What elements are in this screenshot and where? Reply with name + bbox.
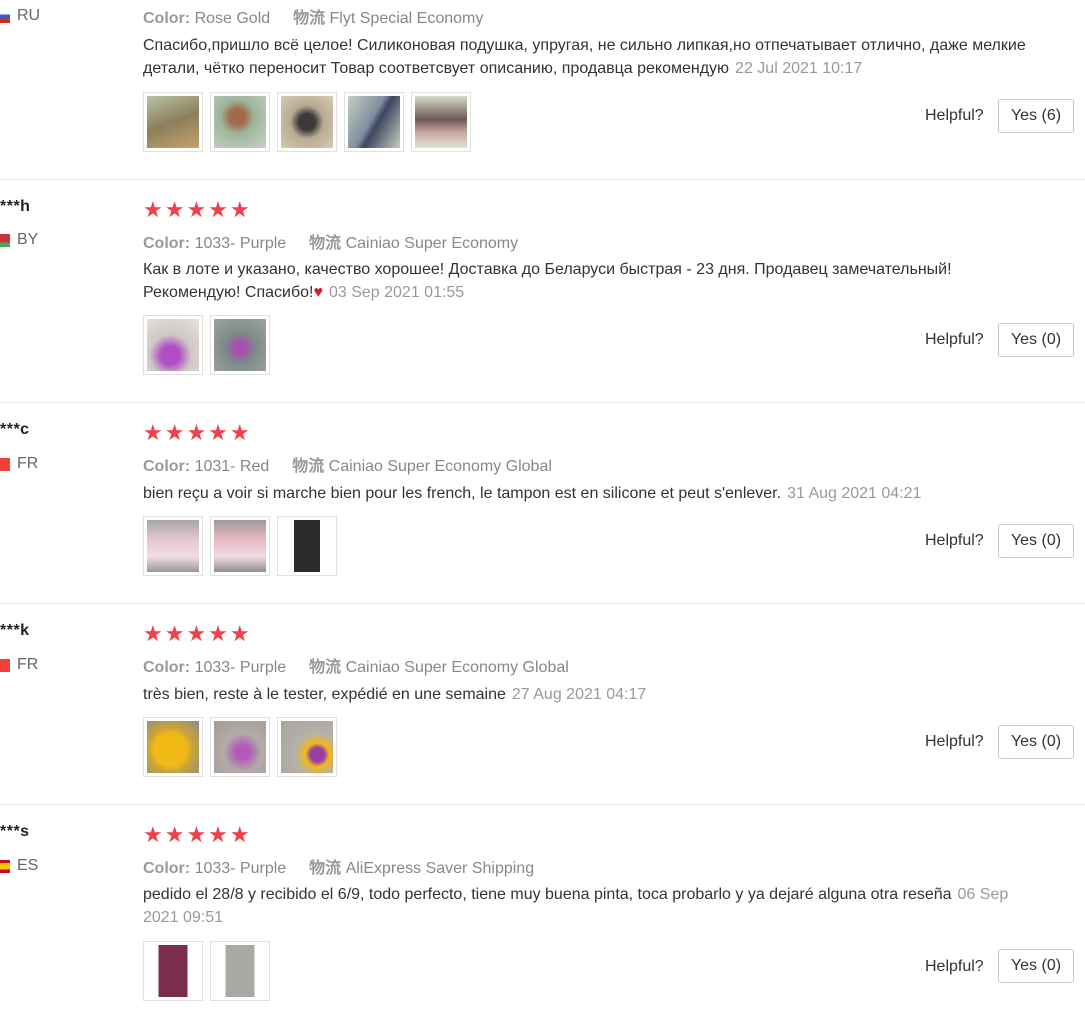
review-meta: Color: 1033- Purple 物流 AliExpress Saver … [143,854,534,878]
review-photo[interactable] [210,717,270,777]
color-label: Color: [143,235,191,252]
review-photo[interactable] [210,92,270,152]
helpful-yes-button[interactable]: Yes (0) [998,949,1074,983]
reviewer-name: ***k [0,622,30,639]
reviewer-country: ES [0,857,38,875]
review-photo[interactable] [143,717,203,777]
reviewer-country: BY [0,231,38,249]
review-text: Как в лоте и указано, качество хорошее! … [143,261,952,301]
review-meta: Color: 1033- Purple 物流 Cainiao Super Eco… [143,229,518,253]
review-photos [143,516,337,576]
helpful-label: Helpful? [925,532,984,549]
review-photo[interactable] [143,516,203,576]
review-photo[interactable] [277,92,337,152]
reviewer-country: FR [0,656,38,674]
shipping-label: 物流 [309,235,342,252]
review-photo[interactable] [210,516,270,576]
review-photo[interactable] [210,941,270,1001]
shipping-value: Flyt Special Economy [329,10,484,27]
shipping-value: AliExpress Saver Shipping [345,860,535,877]
shipping-value: Cainiao Super Economy [345,235,519,252]
shipping-label: 物流 [293,10,326,27]
review-item: ***h BY ★★★★★ Color: 1033- Purple 物流 Cai… [0,180,1085,403]
helpful-label: Helpful? [925,958,984,975]
flag-icon [0,658,10,672]
review-date: 31 Aug 2021 04:21 [787,485,922,502]
shipping-value: Cainiao Super Economy Global [328,458,552,475]
reviewer-country: FR [0,455,38,473]
color-value: 1033- Purple [194,235,287,252]
color-value: 1031- Red [194,458,270,475]
rating-stars: ★★★★★ [143,197,252,222]
review-photos [143,941,270,1001]
flag-icon [0,457,10,471]
review-text: Спасибо,пришло всё целое! Силиконовая по… [143,37,1026,77]
rating-stars: ★★★★★ [143,621,252,646]
review-photos [143,315,270,375]
review-item: ***c FR ★★★★★ Color: 1031- Red 物流 Cainia… [0,403,1085,604]
color-label: Color: [143,659,191,676]
review-item: RU Color: Rose Gold 物流 Flyt Special Econ… [0,0,1085,180]
review-meta: Color: 1033- Purple 物流 Cainiao Super Eco… [143,653,569,677]
review-meta: Color: Rose Gold 物流 Flyt Special Economy [143,4,483,28]
flag-icon [0,233,10,247]
review-text: très bien, reste à le tester, expédié en… [143,686,647,703]
review-date: 22 Jul 2021 10:17 [735,60,863,77]
reviewer-name: ***c [0,421,30,438]
color-value: 1033- Purple [194,860,287,877]
shipping-label: 物流 [309,860,342,877]
helpful-label: Helpful? [925,107,984,124]
review-photo[interactable] [411,92,471,152]
color-value: 1033- Purple [194,659,287,676]
review-photos [143,717,337,777]
review-photo[interactable] [143,941,203,1001]
color-value: Rose Gold [194,10,271,27]
helpful-yes-button[interactable]: Yes (0) [998,524,1074,558]
shipping-label: 物流 [292,458,325,475]
review-text: pedido el 28/8 y recibido el 6/9, todo p… [143,886,1009,926]
helpful-label: Helpful? [925,733,984,750]
review-photo[interactable] [143,315,203,375]
helpful-label: Helpful? [925,331,984,348]
helpful-yes-button[interactable]: Yes (0) [998,323,1074,357]
helpful-yes-button[interactable]: Yes (6) [998,99,1074,133]
helpful-yes-button[interactable]: Yes (0) [998,725,1074,759]
review-photos [143,92,471,152]
flag-icon [0,9,10,23]
color-label: Color: [143,458,191,475]
reviewer-name: ***h [0,198,31,215]
review-photo[interactable] [143,92,203,152]
review-photo[interactable] [277,717,337,777]
review-photo[interactable] [277,516,337,576]
reviewer-name: ***s [0,823,30,840]
shipping-label: 物流 [309,659,342,676]
rating-stars: ★★★★★ [143,822,252,847]
review-item: ***k FR ★★★★★ Color: 1033- Purple 物流 Cai… [0,604,1085,805]
rating-stars: ★★★★★ [143,420,252,445]
color-label: Color: [143,10,191,27]
review-date: 03 Sep 2021 01:55 [328,284,465,301]
flag-icon [0,859,10,873]
review-item: ***s ES ★★★★★ Color: 1033- Purple 物流 Ali… [0,805,1085,1035]
review-photo[interactable] [344,92,404,152]
review-meta: Color: 1031- Red 物流 Cainiao Super Econom… [143,452,552,476]
review-photo[interactable] [210,315,270,375]
heart-icon: ♥ [313,284,323,301]
review-date: 27 Aug 2021 04:17 [511,686,647,703]
shipping-value: Cainiao Super Economy Global [345,659,569,676]
reviewer-country: RU [0,7,40,25]
color-label: Color: [143,860,191,877]
review-text: bien reçu a voir si marche bien pour les… [143,485,922,502]
